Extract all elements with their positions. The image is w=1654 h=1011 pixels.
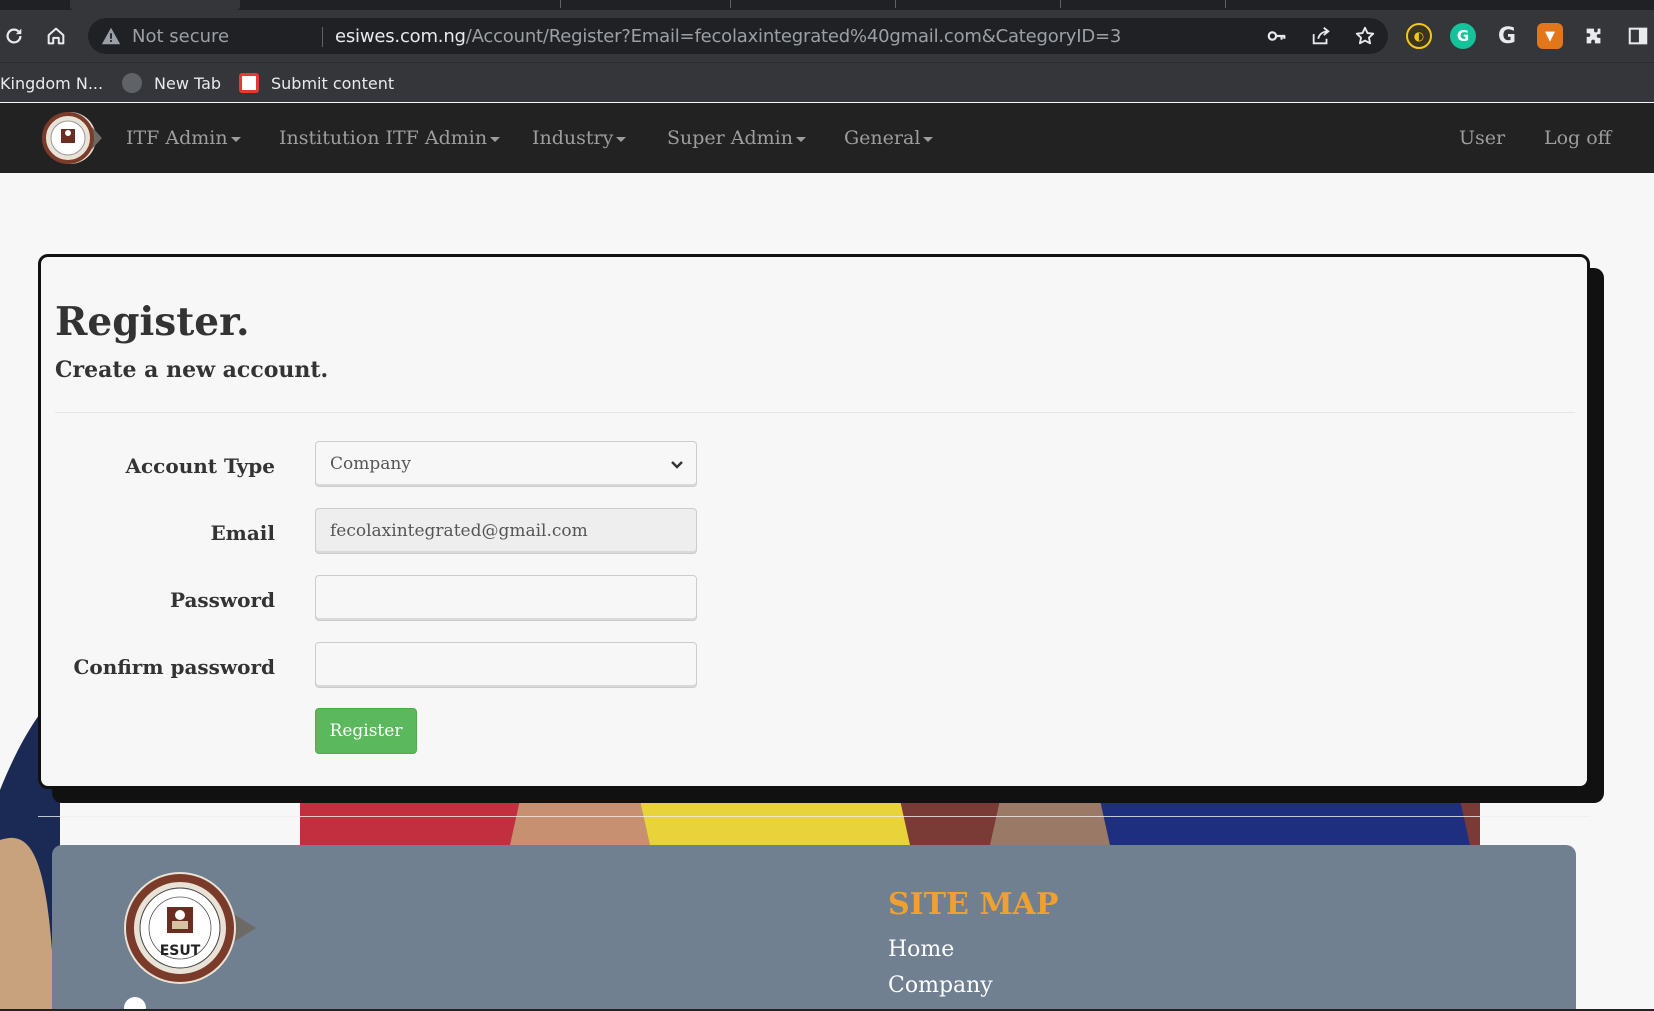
tab-separator [1225, 0, 1226, 8]
sitemap-link-company[interactable]: Company [888, 973, 993, 998]
security-status[interactable]: Not secure [132, 26, 229, 47]
nav-menu-label: Industry [532, 127, 614, 149]
share-icon[interactable] [1310, 25, 1332, 47]
tab-separator [730, 0, 731, 8]
tab-separator [560, 0, 561, 8]
bookmark-item[interactable]: Kingdom N... [0, 71, 103, 95]
url-host: esiwes.com.ng [335, 26, 466, 47]
active-tab[interactable] [70, 0, 240, 10]
confirm-password-field[interactable] [315, 642, 697, 688]
browser-tab-strip [0, 0, 1654, 10]
nav-menu-super-admin[interactable]: Super Admin [667, 127, 806, 149]
account-type-value: Company [330, 454, 411, 474]
reload-icon[interactable] [0, 22, 28, 50]
register-panel: Register. Create a new account. Account … [38, 254, 1590, 789]
nav-menu-institution-itf-admin[interactable]: Institution ITF Admin [279, 127, 501, 149]
nav-menu-label: Institution ITF Admin [279, 127, 488, 149]
omnibox-divider [322, 27, 323, 47]
side-panel-icon[interactable] [1624, 22, 1652, 50]
tab-separator [1060, 0, 1061, 8]
caret-down-icon [796, 136, 806, 142]
bookmark-item[interactable]: Submit content [239, 71, 394, 95]
esut-logo-icon[interactable] [38, 109, 102, 167]
extensions-puzzle-icon[interactable] [1580, 22, 1608, 50]
account-type-label: Account Type [125, 454, 275, 478]
tab-separator [895, 0, 896, 8]
nav-menu-label: Super Admin [667, 127, 793, 149]
email-field[interactable] [315, 508, 697, 554]
nav-menu-label: General [844, 127, 921, 149]
divider [55, 412, 1575, 413]
bookmark-label: Kingdom N... [0, 73, 104, 93]
nav-menu-label: ITF Admin [126, 127, 228, 149]
page-divider [38, 816, 1590, 817]
nav-menu-general[interactable]: General [844, 127, 934, 149]
google-extension-icon[interactable]: G [1494, 23, 1520, 49]
chevron-down-icon [671, 461, 683, 469]
nav-menu-itf-admin[interactable]: ITF Admin [126, 127, 241, 149]
account-type-select[interactable]: Company [315, 441, 697, 487]
address-bar[interactable]: Not secure esiwes.com.ng/Account/Registe… [88, 18, 1388, 54]
metamask-fox-icon[interactable]: ▼ [1537, 23, 1563, 49]
submit-favicon-icon [239, 73, 259, 93]
grammarly-icon[interactable]: G [1450, 23, 1476, 49]
register-button[interactable]: Register [315, 708, 417, 754]
bookmark-item[interactable]: New Tab [122, 71, 221, 95]
caret-down-icon [230, 136, 241, 142]
browser-toolbar: Not secure esiwes.com.ng/Account/Registe… [0, 10, 1654, 62]
home-icon[interactable] [42, 22, 70, 50]
site-navbar: ITF Admin Institution ITF Admin Industry… [0, 103, 1654, 173]
caret-down-icon [616, 136, 627, 142]
nav-user-link[interactable]: User [1459, 127, 1505, 149]
page-subtitle: Create a new account. [55, 357, 329, 383]
nav-menu-industry[interactable]: Industry [532, 127, 627, 149]
sitemap-title: SITE MAP [888, 887, 1059, 922]
email-label: Email [210, 521, 275, 545]
warning-icon [101, 27, 121, 45]
nav-logoff-link[interactable]: Log off [1544, 127, 1611, 149]
bookmark-label: Submit content [271, 73, 395, 93]
bookmark-star-icon[interactable] [1354, 25, 1376, 47]
url-path: /Account/Register?Email=fecolaxintegrate… [465, 26, 1122, 47]
confirm-password-label: Confirm password [73, 655, 275, 679]
sitemap-link-home[interactable]: Home [888, 937, 954, 962]
page-title: Register. [55, 299, 250, 345]
password-field[interactable] [315, 575, 697, 621]
bookmarks-bar: Kingdom N... New Tab Submit content [0, 62, 1654, 102]
bookmark-label: New Tab [154, 73, 222, 93]
caret-down-icon [490, 136, 501, 142]
globe-icon [122, 73, 142, 93]
caret-down-icon [923, 136, 934, 142]
password-label: Password [169, 588, 275, 612]
esut-footer-logo: ESUT [124, 872, 256, 984]
logo-text: ESUT [160, 943, 201, 959]
site-footer: ESUT SITE MAP Home Company [52, 845, 1576, 1011]
url-text[interactable]: esiwes.com.ng/Account/Register?Email=fec… [335, 26, 1121, 47]
extension-coin-icon[interactable]: ◐ [1406, 23, 1432, 49]
key-icon[interactable] [1266, 25, 1288, 47]
